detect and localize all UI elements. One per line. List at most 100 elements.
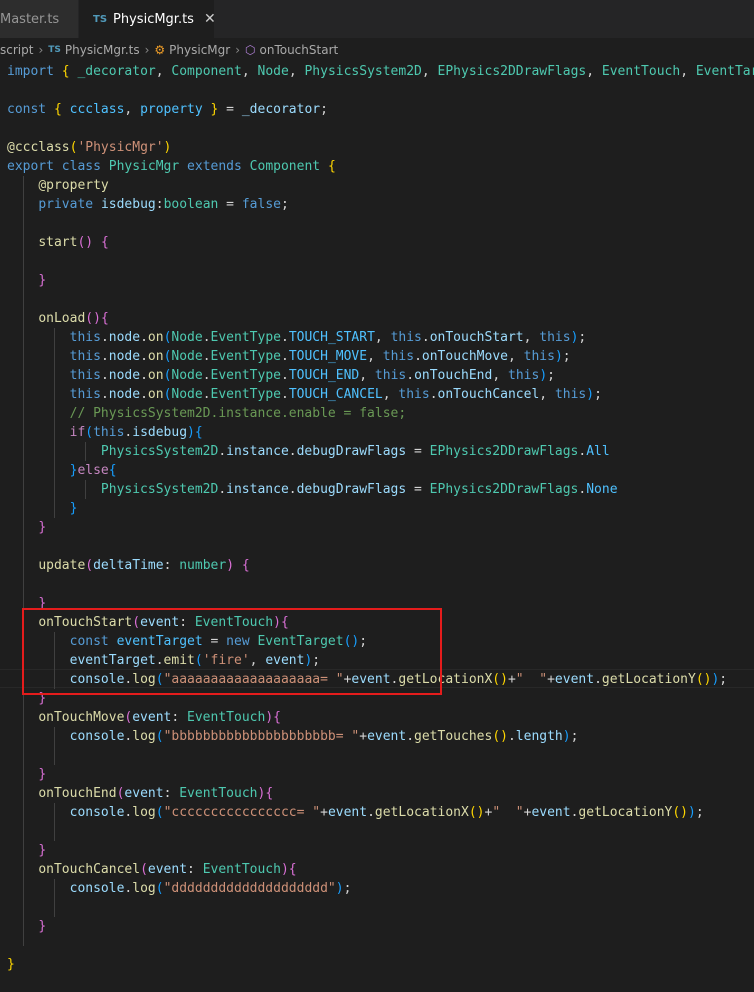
breadcrumb-file[interactable]: PhysicMgr.ts [65,43,140,57]
tab-master[interactable]: Master.ts [0,0,79,38]
code-token: start [38,235,78,250]
code-token: on [147,387,164,402]
code-token: + [359,729,368,744]
code-line[interactable]: update(deltaTime: number) { [7,556,754,575]
code-line[interactable]: PhysicsSystem2D.instance.debugDrawFlags … [7,442,754,461]
code-line[interactable]: this.node.on(Node.EventType.TOUCH_MOVE, … [7,347,754,366]
code-line[interactable]: if(this.isdebug){ [7,423,754,442]
code-line[interactable]: console.log("cccccccccccccccc= "+event.g… [7,803,754,822]
code-line[interactable] [7,746,754,765]
code-token: + [547,672,555,687]
code-token: , [288,64,305,79]
code-line[interactable] [7,81,754,100]
code-token: EventTouch [202,862,281,877]
code-line[interactable]: } [7,271,754,290]
code-line[interactable]: }else{ [7,461,754,480]
code-token: log [132,805,156,820]
code-line[interactable]: onTouchCancel(event: EventTouch){ [7,860,754,879]
code-line[interactable]: this.node.on(Node.EventType.TOUCH_START,… [7,328,754,347]
code-line[interactable]: // PhysicsSystem2D.instance.enable = fal… [7,404,754,423]
code-line[interactable]: @property [7,176,754,195]
code-line[interactable]: } [7,765,754,784]
code-token: event [367,729,407,744]
code-token: . [507,729,516,744]
code-line[interactable]: onTouchEnd(event: EventTouch){ [7,784,754,803]
code-token: event [327,805,368,820]
code-token: } [38,843,47,858]
code-token: this [69,349,101,364]
code-token: EventTarg [695,64,754,79]
code-line[interactable] [7,119,754,138]
typescript-file-icon: TS [48,45,61,55]
code-token: { [265,786,274,801]
code-token: console [69,805,125,820]
code-line[interactable]: console.log("dddddddddddddddddddd"); [7,879,754,898]
code-line[interactable]: this.node.on(Node.EventType.TOUCH_END, t… [7,366,754,385]
code-token: TOUCH_END [288,368,360,383]
code-line[interactable] [7,537,754,556]
code-token: TOUCH_START [288,330,375,345]
code-token: { [100,235,109,250]
code-line[interactable]: start() { [7,233,754,252]
code-token: } [38,273,47,288]
code-token: . [100,349,109,364]
code-line[interactable]: @ccclass('PhysicMgr') [7,138,754,157]
code-editor[interactable]: import { _decorator, Component, Node, Ph… [7,62,754,974]
code-line[interactable] [7,252,754,271]
code-line[interactable]: onLoad(){ [7,309,754,328]
code-line[interactable]: } [7,518,754,537]
code-token: + [507,672,516,687]
code-line[interactable] [7,575,754,594]
code-line[interactable]: console. log("bbbbbbbbbbbbbbbbbbbbb= "+ev… [7,727,754,746]
tab-physicmgr[interactable]: TS PhysicMgr.ts ✕ [79,0,216,38]
breadcrumb-method[interactable]: onTouchStart [260,43,339,57]
code-token: ) [335,881,344,896]
code-token: ) [163,140,172,155]
code-token: getLocationX [374,805,469,820]
code-line[interactable]: } [7,955,754,974]
code-token: () [492,672,508,687]
code-token: "dddddddddddddddddddd" [163,881,336,896]
code-token: . [288,482,297,497]
code-token: , [124,102,141,117]
code-token: } [38,520,47,535]
code-token: getLocationY [601,672,696,687]
breadcrumb-class[interactable]: PhysicMgr [169,43,230,57]
code-token: = [218,102,242,117]
code-line[interactable] [7,290,754,309]
code-line[interactable]: private isdebug:boolean = false; [7,195,754,214]
code-token: } [69,501,78,516]
code-line[interactable] [7,936,754,955]
code-token: ) [226,558,235,573]
code-line[interactable]: PhysicsSystem2D.instance.debugDrawFlags … [7,480,754,499]
code-token: ; [562,349,571,364]
code-token: : [163,786,180,801]
code-token: Node [257,64,289,79]
code-line[interactable] [7,898,754,917]
close-icon[interactable]: ✕ [204,11,216,27]
code-line[interactable] [7,822,754,841]
code-token: } [38,767,47,782]
code-line[interactable]: const { ccclass, property } = _decorator… [7,100,754,119]
code-token: "bbbbbbbbbbbbbbbbbbbbb= " [163,729,360,744]
code-token: onTouchMove [38,710,125,725]
code-token: on [147,330,164,345]
code-token: PhysicsSystem2D [100,482,219,497]
code-line[interactable]: this.node.on(Node.EventType.TOUCH_CANCEL… [7,385,754,404]
code-line[interactable]: onTouchMove(event: EventTouch){ [7,708,754,727]
code-line[interactable]: import { _decorator, Component, Node, Ph… [7,62,754,81]
code-line[interactable] [7,214,754,233]
breadcrumb-folder[interactable]: script [0,43,33,57]
code-line[interactable]: } [7,841,754,860]
code-line[interactable]: } [7,917,754,936]
code-token: ) [562,729,571,744]
code-line[interactable]: export class PhysicMgr extends Component… [7,157,754,176]
code-line[interactable]: } [7,499,754,518]
code-token: boolean [163,197,219,212]
